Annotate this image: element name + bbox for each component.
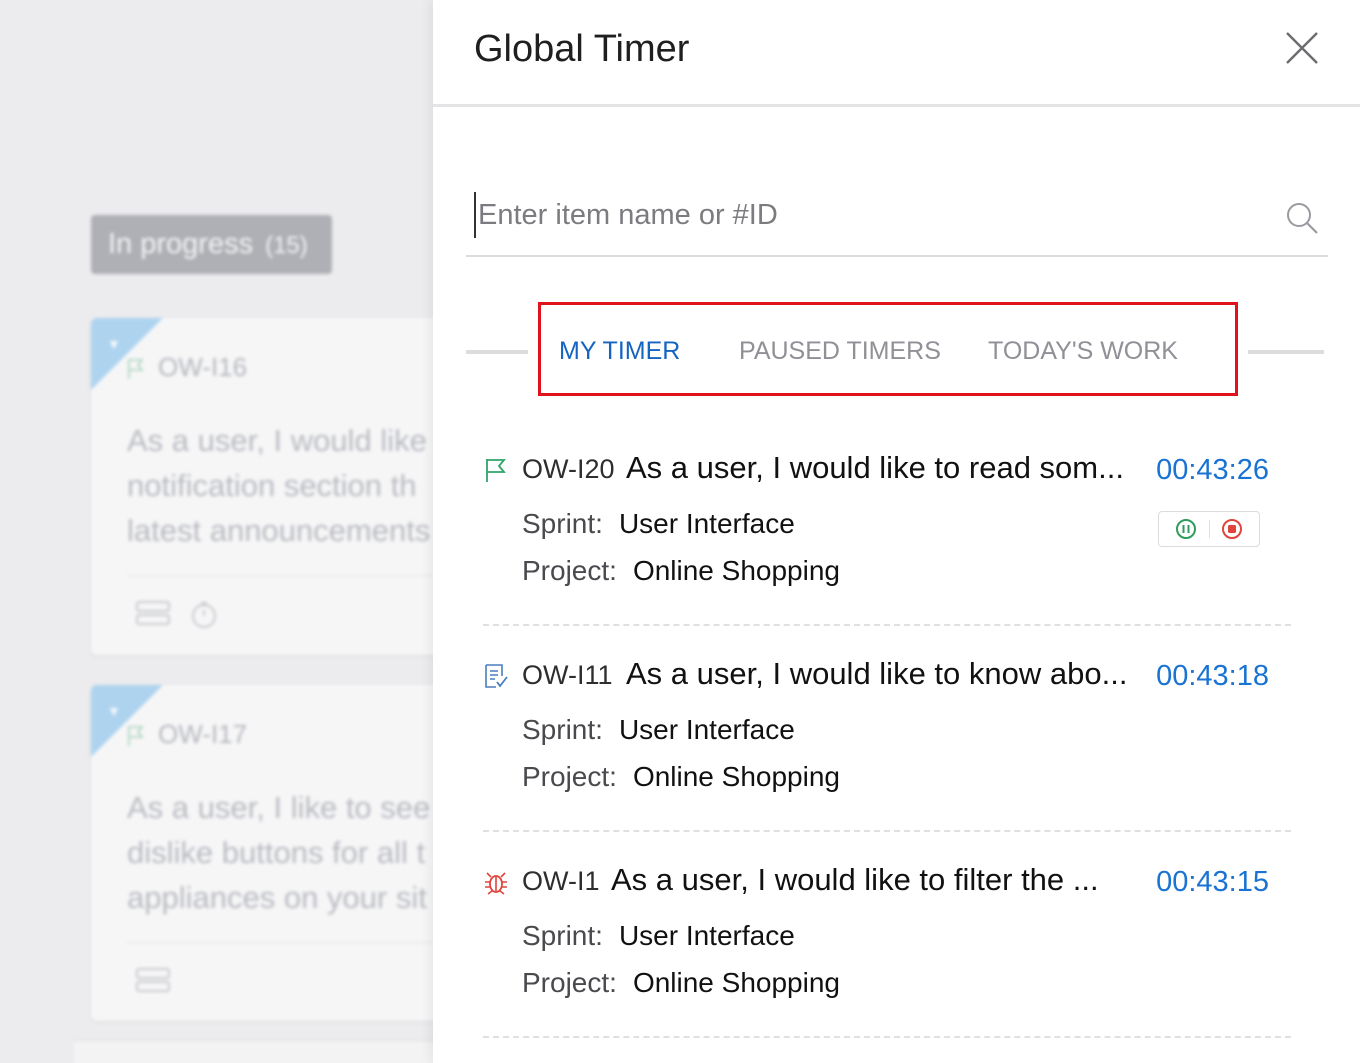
sprint-row: Sprint: User Interface (522, 714, 795, 746)
entry-separator (483, 624, 1291, 626)
flag-icon (486, 459, 506, 482)
chevron-down-icon: ▼ (107, 336, 121, 352)
timer-controls (1158, 511, 1260, 547)
board-background: In progress (15) ▼ OW-I16 As a user, I wo… (0, 0, 433, 1063)
sprint-value: User Interface (618, 714, 795, 745)
panel-title: Global Timer (474, 28, 690, 70)
item-id: OW-I11 (522, 660, 613, 690)
search-input[interactable] (474, 192, 1258, 238)
board-bottom-strip (74, 1040, 433, 1063)
timer-entry[interactable]: OW-I11 As a user, I would like to know a… (483, 634, 1291, 839)
timer-icon (192, 602, 216, 628)
card-id: OW-I16 (158, 352, 248, 382)
card-divider (127, 575, 433, 576)
tab-paused-timers[interactable]: PAUSED TIMERS (739, 337, 941, 366)
column-status-label: In progress (108, 228, 254, 260)
sprint-label: Sprint: (522, 920, 603, 951)
story-icon (485, 664, 508, 688)
global-timer-panel: Global Timer MY TIMER PAUSED TIMERS TODA… (433, 0, 1360, 1063)
sprint-value: User Interface (618, 508, 795, 539)
timer-tabs: MY TIMER PAUSED TIMERS TODAY'S WORK (538, 302, 1238, 396)
entry-separator (483, 830, 1291, 832)
elapsed-time: 00:43:26 (1156, 454, 1269, 486)
pause-icon[interactable] (1175, 518, 1197, 540)
search-bar (466, 186, 1328, 257)
board-card: ▼ OW-I16 As a user, I would like t notif… (91, 318, 433, 655)
flag-icon (128, 359, 144, 379)
subtasks-icon (136, 601, 170, 625)
timer-entry[interactable]: OW-I1 As a user, I would like to filter … (483, 840, 1291, 1045)
elapsed-time: 00:43:18 (1156, 660, 1269, 692)
board-card: ▼ OW-I17 As a user, I like to see l disl… (91, 685, 433, 1021)
sprint-row: Sprint: User Interface (522, 920, 795, 952)
bug-icon (485, 872, 507, 895)
board-blur-layer: In progress (15) ▼ OW-I16 As a user, I wo… (0, 0, 433, 1063)
project-row: Project: Online Shopping (522, 967, 840, 999)
tabs-divider-right (1248, 350, 1324, 354)
card-text: As a user, I like to see l dislike butto… (127, 790, 431, 915)
item-title[interactable]: As a user, I would like to filter the ..… (611, 862, 1099, 898)
timer-entry[interactable]: OW-I20 As a user, I would like to read s… (483, 428, 1291, 633)
project-value: Online Shopping (632, 555, 840, 586)
flag-icon (128, 726, 144, 746)
search-icon[interactable] (1284, 200, 1320, 236)
chevron-down-icon: ▼ (107, 703, 121, 719)
sprint-value: User Interface (618, 920, 795, 951)
project-row: Project: Online Shopping (522, 555, 840, 587)
project-row: Project: Online Shopping (522, 761, 840, 793)
project-label: Project: (522, 555, 617, 586)
item-title[interactable]: As a user, I would like to read som... (626, 450, 1124, 486)
project-value: Online Shopping (632, 761, 840, 792)
column-status-pill: In progress (15) (91, 215, 332, 274)
card-divider (127, 942, 433, 943)
sprint-row: Sprint: User Interface (522, 508, 795, 540)
entry-separator (483, 1036, 1291, 1038)
close-icon[interactable] (1283, 29, 1321, 67)
panel-header: Global Timer (433, 0, 1360, 107)
tab-todays-work[interactable]: TODAY'S WORK (988, 337, 1178, 366)
subtasks-icon (136, 968, 170, 992)
sprint-label: Sprint: (522, 714, 603, 745)
item-id: OW-I20 (522, 454, 615, 484)
tabs-divider-left (466, 350, 528, 354)
controls-divider (1209, 520, 1210, 538)
project-label: Project: (522, 967, 617, 998)
sprint-label: Sprint: (522, 508, 603, 539)
card-id: OW-I17 (158, 719, 248, 749)
project-label: Project: (522, 761, 617, 792)
project-value: Online Shopping (632, 967, 840, 998)
item-id: OW-I1 (522, 866, 600, 896)
elapsed-time: 00:43:15 (1156, 866, 1269, 898)
column-status-count: (15) (265, 232, 308, 259)
card-text: As a user, I would like t notification s… (127, 423, 431, 548)
stop-icon[interactable] (1221, 518, 1243, 540)
tab-my-timer[interactable]: MY TIMER (559, 337, 680, 366)
item-title[interactable]: As a user, I would like to know abo... (626, 656, 1127, 692)
